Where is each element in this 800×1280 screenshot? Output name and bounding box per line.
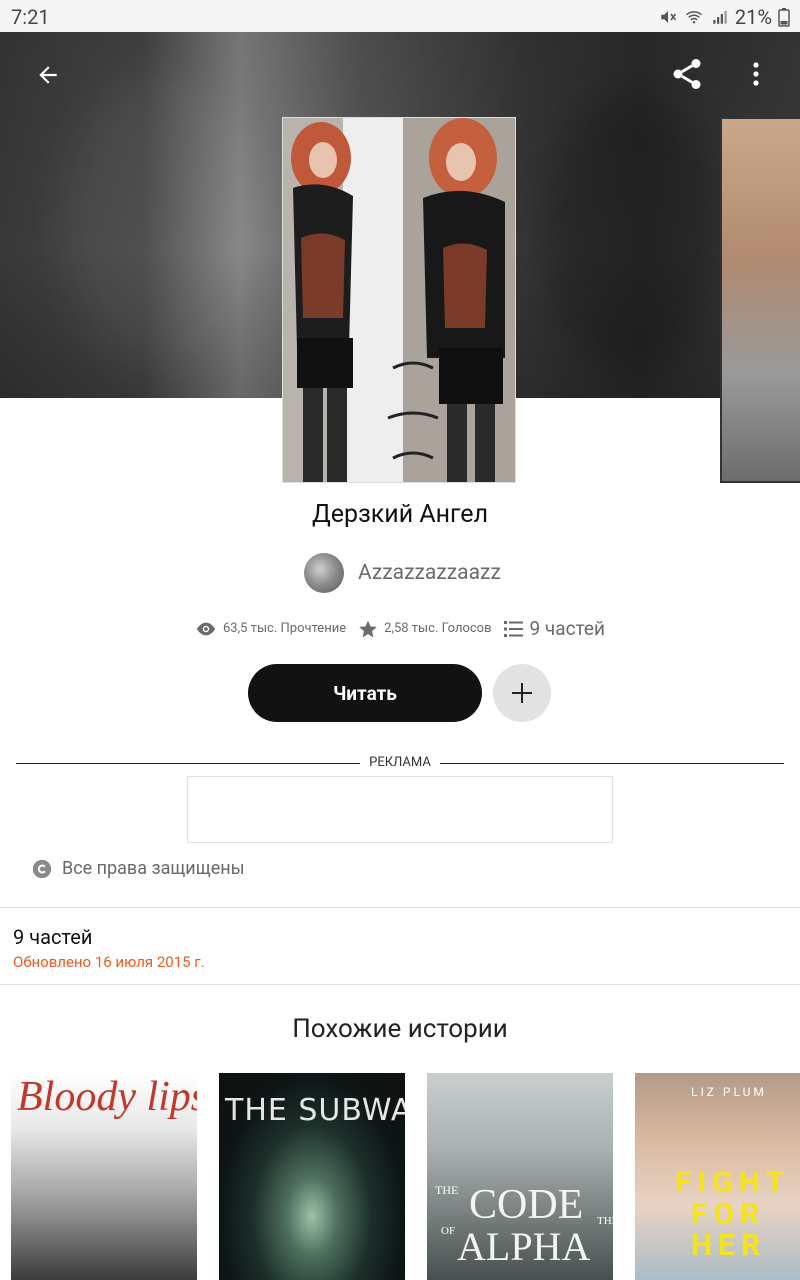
updated-date: Обновлено 16 июля 2015 г. bbox=[13, 953, 205, 971]
ad-slot[interactable] bbox=[187, 776, 613, 843]
similar-story-card[interactable]: Bloody lips bbox=[11, 1073, 197, 1280]
cover-image bbox=[283, 118, 515, 482]
similar-story-card[interactable]: THE SUBWAY bbox=[219, 1073, 405, 1280]
plus-icon bbox=[512, 683, 532, 703]
ad-label: РЕКЛАМА bbox=[360, 755, 440, 770]
copyright-notice: Все права защищены bbox=[32, 858, 245, 879]
read-button[interactable]: Читать bbox=[248, 664, 482, 722]
story-stats: 63,5 тыс. Прочтение 2,58 тыс. Голосов 9 … bbox=[0, 617, 800, 640]
share-icon bbox=[673, 59, 701, 89]
status-time: 7:21 bbox=[11, 5, 50, 29]
battery-icon bbox=[778, 8, 790, 27]
author-name[interactable]: Azzazzazzaazz bbox=[358, 561, 501, 585]
book-cover-small-text: THE bbox=[597, 1215, 613, 1227]
more-vert-icon bbox=[753, 62, 759, 86]
share-button[interactable] bbox=[664, 51, 710, 97]
book-cover-author: LIZ PLUM bbox=[691, 1085, 767, 1099]
author-link[interactable]: Azzazzazzaazz bbox=[304, 553, 501, 593]
votes-count: 2,58 тыс. Голосов bbox=[384, 621, 492, 636]
book-cover-small-text: THE bbox=[435, 1183, 459, 1197]
book-cover-small-text: OF bbox=[441, 1225, 456, 1237]
book-cover-title: CODE bbox=[469, 1182, 584, 1228]
signal-icon bbox=[713, 11, 727, 24]
back-button[interactable] bbox=[22, 53, 74, 97]
add-to-library-button[interactable] bbox=[493, 664, 551, 722]
book-cover-title: FOR bbox=[691, 1197, 766, 1232]
star-icon bbox=[359, 620, 377, 637]
back-arrow-icon bbox=[39, 66, 57, 84]
section-divider bbox=[0, 984, 800, 985]
section-divider bbox=[0, 907, 800, 908]
book-cover-subtitle: ALPHA bbox=[457, 1224, 591, 1269]
votes-stat: 2,58 тыс. Голосов bbox=[358, 619, 492, 639]
battery-percent: 21% bbox=[734, 5, 772, 29]
book-cover-title: THE SUBWAY bbox=[225, 1093, 405, 1128]
mute-icon bbox=[661, 11, 676, 23]
parts-count[interactable]: 9 частей bbox=[530, 617, 605, 640]
parts-stat[interactable]: 9 частей bbox=[503, 617, 605, 640]
similar-story-card[interactable]: THE CODE THE OF ALPHA bbox=[427, 1073, 613, 1280]
copyright-icon bbox=[32, 859, 52, 878]
status-bar: 7:21 21% bbox=[0, 0, 800, 32]
story-title: Дерзкий Ангел bbox=[311, 500, 489, 529]
reads-stat: 63,5 тыс. Прочтение bbox=[195, 621, 346, 637]
reads-count: 63,5 тыс. Прочтение bbox=[223, 621, 347, 636]
similar-stories-title: Похожие истории bbox=[292, 1014, 508, 1044]
list-icon bbox=[503, 620, 523, 637]
parts-section-title[interactable]: 9 частей bbox=[13, 925, 92, 949]
similar-story-card[interactable]: LIZ PLUM FIGHT FOR HER bbox=[635, 1073, 800, 1280]
book-cover-title: HER bbox=[691, 1228, 767, 1263]
eye-icon bbox=[196, 622, 216, 635]
more-options-button[interactable] bbox=[736, 51, 776, 97]
book-cover-title: FIGHT bbox=[675, 1165, 791, 1200]
status-icons: 21% bbox=[659, 5, 790, 29]
story-cover[interactable] bbox=[282, 117, 516, 483]
next-story-cover[interactable] bbox=[720, 117, 800, 483]
book-cover-title: Bloody lips bbox=[17, 1074, 197, 1120]
avatar[interactable] bbox=[304, 553, 344, 593]
copyright-text: Все права защищены bbox=[62, 858, 245, 879]
wifi-icon bbox=[685, 11, 702, 24]
